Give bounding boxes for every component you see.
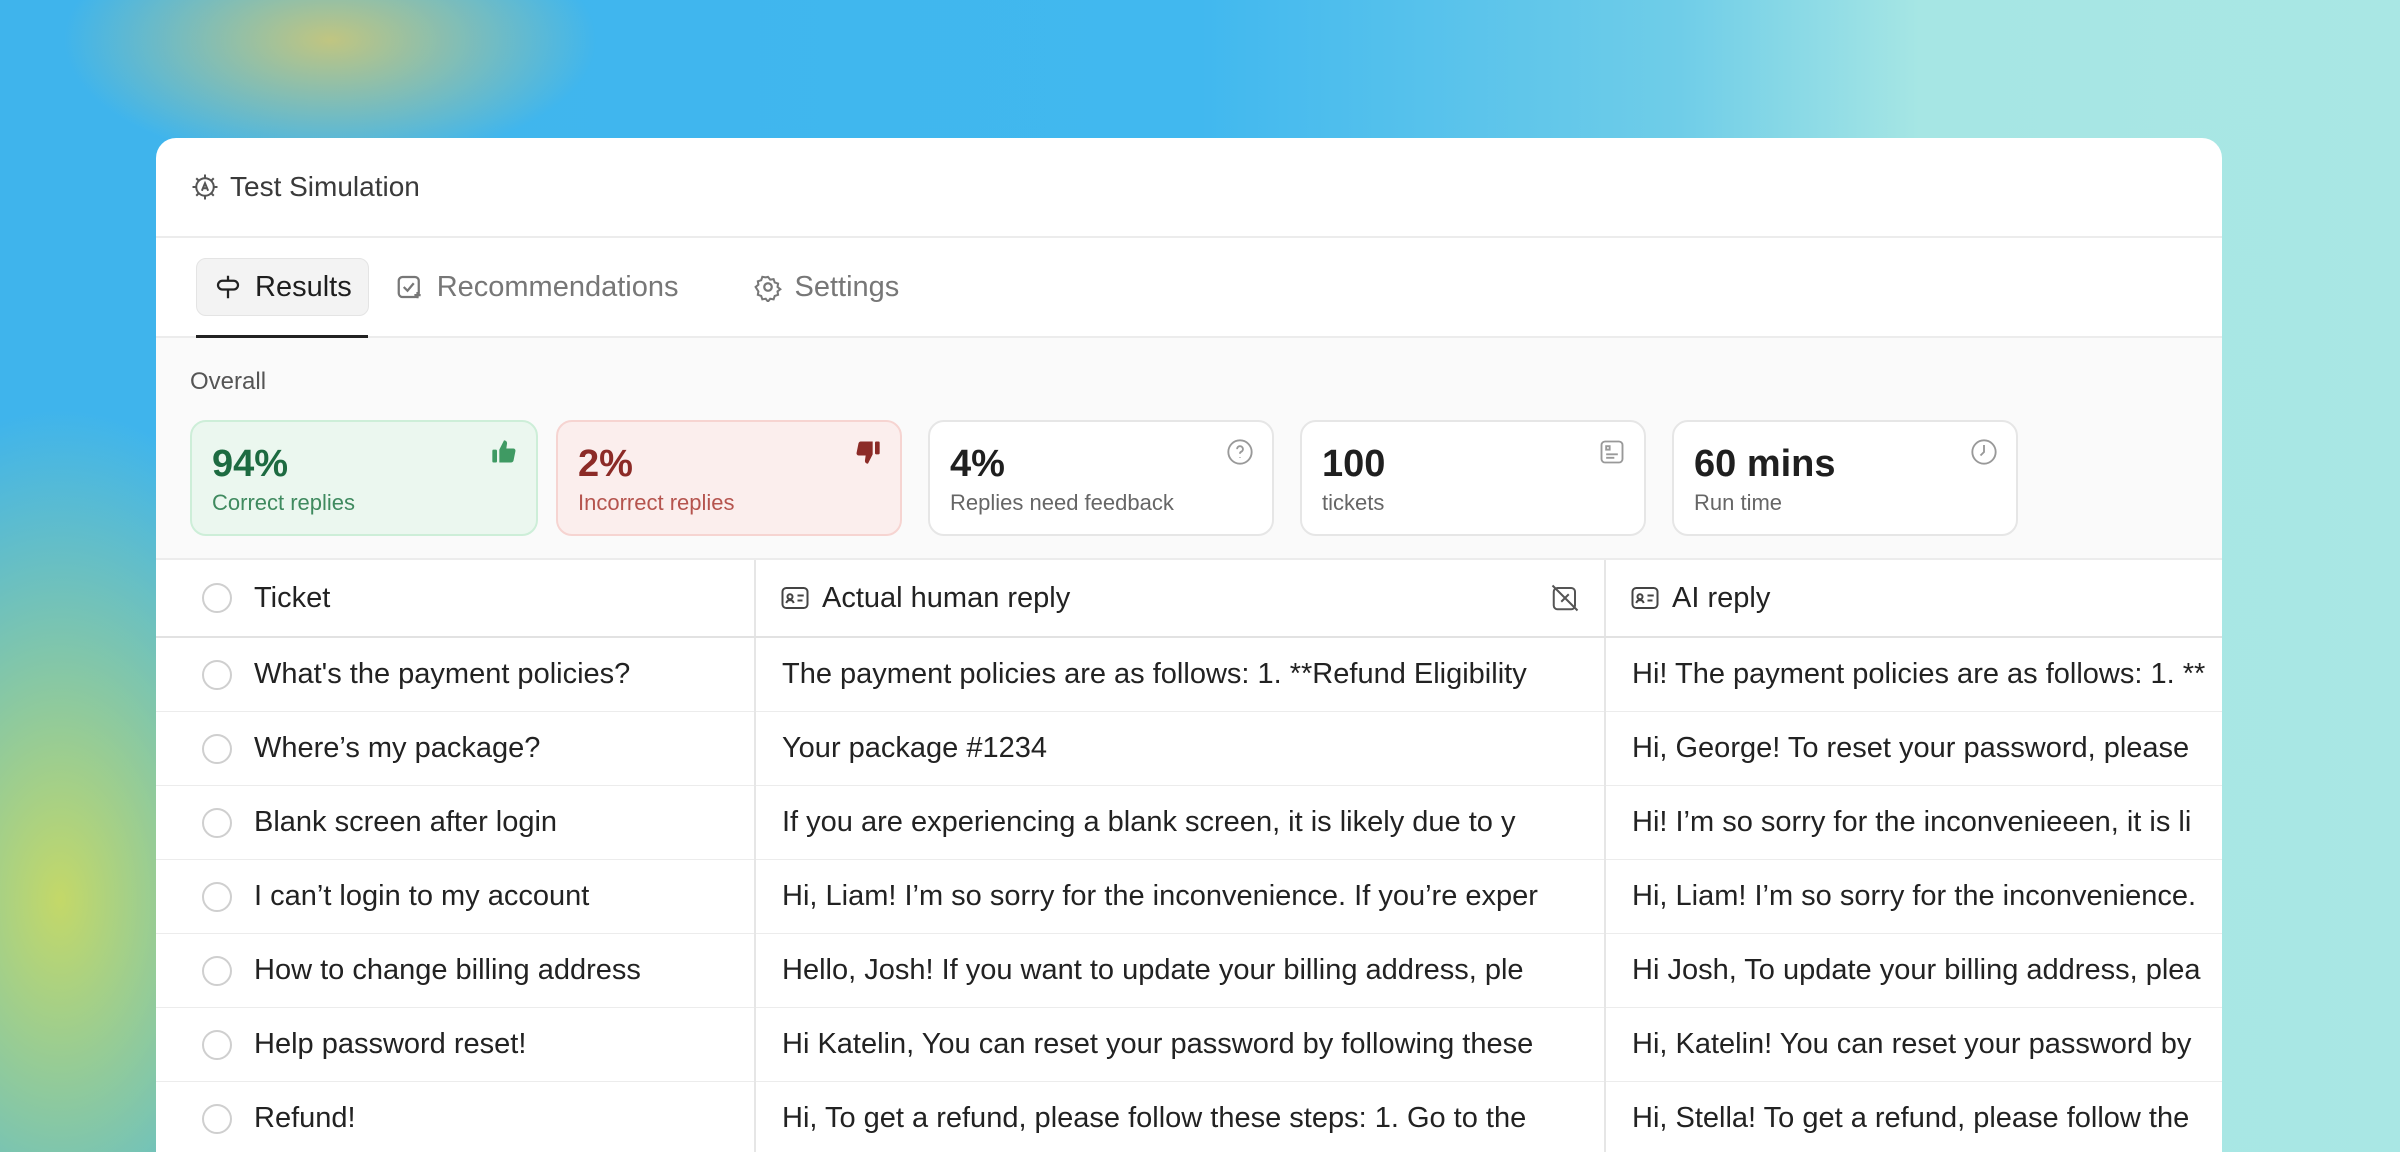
ticket-cell: Blank screen after login (254, 806, 558, 838)
tab-recommendations[interactable]: Recommendations (379, 259, 695, 315)
tab-settings-label: Settings (794, 270, 900, 303)
ticket-icon (1600, 440, 1624, 464)
ticket-column-header[interactable]: Ticket (156, 560, 756, 638)
stat-incorrect-replies[interactable]: 2% Incorrect replies (556, 420, 902, 536)
window-titlebar: Test Simulation (156, 138, 2222, 238)
human-reply-column-header[interactable]: Actual human reply (755, 560, 1606, 638)
stat-label: Run time (1694, 490, 1783, 515)
human-reply-header-label: Actual human reply (822, 581, 1071, 614)
tab-bar: Results Recommendations Settings (156, 238, 2222, 338)
human-reply-cell: Hello, Josh! If you want to update your … (782, 954, 1524, 986)
stat-value: 2% (578, 443, 633, 485)
table-row[interactable]: Blank screen after login If you are expe… (156, 785, 2222, 860)
table-row[interactable]: Refund! Hi, To get a refund, please foll… (156, 1081, 2222, 1152)
human-reply-cell: Hi, Liam! I’m so sorry for the inconveni… (782, 880, 1538, 912)
ai-reply-cell: Hi! I’m so sorry for the inconvenieeen, … (1632, 806, 2192, 838)
simulation-window: Test Simulation Results Recommendations … (156, 138, 2222, 1152)
ai-reply-cell: Hi, Liam! I’m so sorry for the inconveni… (1632, 880, 2197, 912)
ai-reply-cell: Hi, Stella! To get a refund, please foll… (1632, 1102, 2190, 1134)
human-reply-cell: The payment policies are as follows: 1. … (782, 658, 1527, 690)
signpost-icon (216, 275, 240, 299)
thumbs-down-icon (856, 441, 880, 464)
ticket-cell: What's the payment policies? (254, 658, 631, 690)
stat-value: 60 mins (1694, 443, 1836, 485)
tab-settings[interactable]: Settings (737, 259, 916, 315)
ticket-cell: Help password reset! (254, 1028, 527, 1060)
checklist-icon (397, 275, 421, 299)
ai-reply-cell: Hi Josh, To update your billing address,… (1632, 954, 2201, 986)
row-checkbox[interactable] (202, 659, 232, 690)
stat-correct-replies[interactable]: 94% Correct replies (190, 420, 538, 536)
stat-label: tickets (1322, 490, 1385, 515)
stat-value: 94% (212, 443, 289, 485)
stats-row: 94% Correct replies 2% Incorrect replies… (190, 420, 2188, 536)
gear-icon (753, 275, 782, 302)
row-checkbox[interactable] (202, 1029, 232, 1060)
row-checkbox[interactable] (202, 955, 232, 986)
human-reply-cell: Hi Katelin, You can reset your password … (782, 1028, 1534, 1060)
window-title: Test Simulation (230, 171, 420, 202)
overall-heading: Overall (190, 368, 267, 395)
stat-need-feedback[interactable]: 4% Replies need feedback (928, 420, 1274, 536)
ticket-cell: Refund! (254, 1102, 356, 1134)
table-row[interactable]: Help password reset! Hi Katelin, You can… (156, 1007, 2222, 1082)
hide-column-icon[interactable] (1550, 583, 1580, 613)
table-row[interactable]: How to change billing address Hello, Jos… (156, 933, 2222, 1008)
stat-value: 4% (950, 443, 1005, 485)
ai-reply-cell: Hi! The payment policies are as follows:… (1632, 658, 2206, 690)
overall-section: Overall 94% Correct replies 2% Incorrect… (156, 338, 2222, 560)
ticket-cell: Where’s my package? (254, 732, 541, 764)
ai-reply-column-header[interactable]: AI reply (1605, 560, 2222, 638)
agent-card-icon (781, 587, 809, 609)
ai-card-icon (1631, 587, 1659, 609)
select-all-checkbox[interactable] (202, 583, 232, 613)
human-reply-cell: Hi, To get a refund, please follow these… (782, 1102, 1527, 1134)
ai-reply-cell: Hi, George! To reset your password, plea… (1632, 732, 2190, 764)
ticket-cell: How to change billing address (254, 954, 641, 986)
table-header-row: Ticket Actual human reply AI reply (156, 560, 2222, 638)
results-table: Ticket Actual human reply AI reply What'… (156, 560, 2222, 1152)
table-row[interactable]: What's the payment policies? The payment… (156, 637, 2222, 712)
tab-results[interactable]: Results (196, 258, 369, 316)
table-row[interactable]: Where’s my package? Your package #1234 H… (156, 711, 2222, 786)
row-checkbox[interactable] (202, 881, 232, 912)
clock-icon (1971, 439, 1997, 465)
stat-run-time[interactable]: 60 mins Run time (1672, 420, 2018, 536)
row-checkbox[interactable] (202, 807, 232, 838)
stat-label: Replies need feedback (950, 490, 1174, 515)
thumbs-up-icon (492, 440, 516, 463)
active-tab-indicator (196, 335, 368, 338)
stat-label: Incorrect replies (578, 490, 735, 515)
tab-results-label: Results (255, 270, 352, 303)
ai-chip-icon (192, 174, 218, 200)
ai-reply-header-label: AI reply (1672, 581, 1771, 614)
stat-value: 100 (1322, 443, 1386, 485)
row-checkbox[interactable] (202, 1103, 232, 1134)
human-reply-cell: If you are experiencing a blank screen, … (782, 806, 1516, 838)
table-row[interactable]: I can’t login to my account Hi, Liam! I’… (156, 859, 2222, 934)
row-checkbox[interactable] (202, 733, 232, 764)
ticket-header-label: Ticket (254, 581, 331, 614)
stat-label: Correct replies (212, 490, 356, 515)
ai-reply-cell: Hi, Katelin! You can reset your password… (1632, 1028, 2192, 1060)
human-reply-cell: Your package #1234 (782, 732, 1047, 764)
question-icon (1227, 439, 1253, 465)
ticket-cell: I can’t login to my account (254, 880, 590, 912)
stat-tickets[interactable]: 100 tickets (1300, 420, 1646, 536)
tab-recommendations-label: Recommendations (436, 270, 679, 303)
